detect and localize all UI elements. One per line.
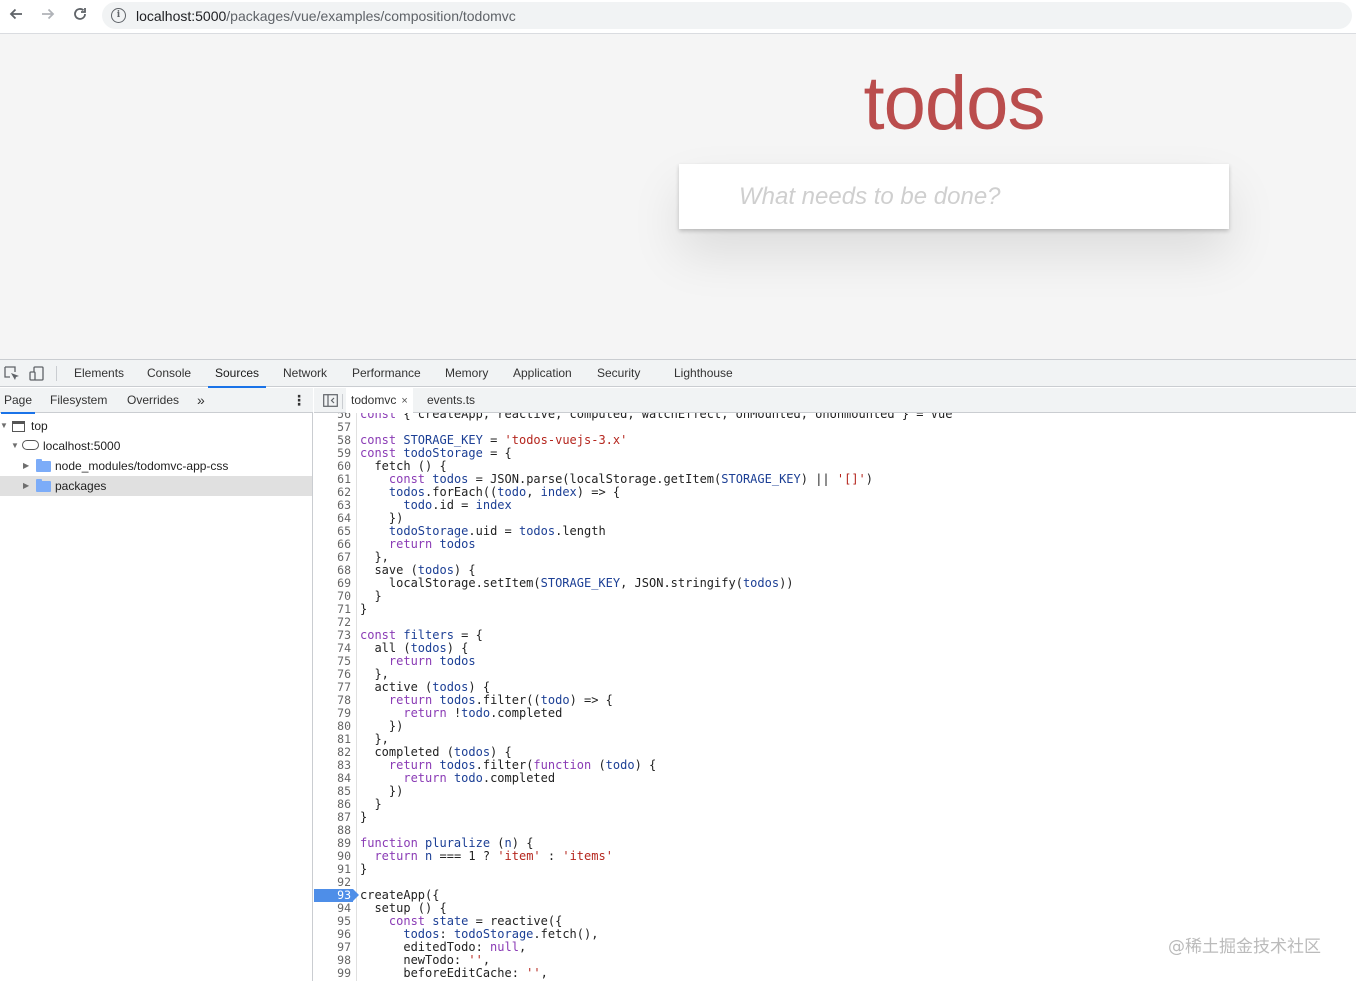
app-title: todos: [863, 61, 1046, 146]
tab-sources[interactable]: Sources: [207, 360, 267, 388]
code-text: beforeEditCache: '',: [360, 966, 548, 980]
browser-toolbar: i localhost:5000/packages/vue/examples/c…: [0, 0, 1356, 34]
sources-navigator: Page Filesystem Overrides » ⋮ ▼ top ▼ lo…: [0, 388, 313, 981]
editor-tab-bar: todomvc × events.ts: [314, 388, 1356, 413]
navigator-tab-bar: Page Filesystem Overrides » ⋮: [0, 388, 313, 414]
tree-label: packages: [55, 479, 107, 493]
tree-label: top: [31, 419, 48, 433]
tree-item-top[interactable]: ▼ top: [0, 416, 312, 436]
toolbar-divider: [342, 394, 343, 409]
screen: { "browser": { "url_host": "localhost:50…: [0, 0, 1356, 981]
tree-item-folder-css[interactable]: ▶ node_modules/todomvc-app-css: [0, 456, 312, 476]
source-editor: todomvc × events.ts 56 const { createApp, …: [314, 388, 1356, 981]
folder-icon: [36, 459, 51, 472]
editor-tab-todomvc[interactable]: todomvc ×: [346, 388, 413, 413]
chevron-down-icon: ▼: [0, 421, 8, 430]
double-chevron-right-icon[interactable]: »: [197, 388, 205, 413]
chevron-right-icon: ▶: [23, 481, 30, 490]
url-text[interactable]: localhost:5000/packages/vue/examples/com…: [136, 8, 516, 24]
tab-performance[interactable]: Performance: [352, 360, 421, 387]
code-text: }: [360, 862, 368, 876]
tab-memory[interactable]: Memory: [445, 360, 488, 387]
toggle-navigator-icon[interactable]: [323, 394, 338, 407]
editor-tab-events[interactable]: events.ts: [427, 388, 475, 413]
inspect-element-icon[interactable]: [4, 366, 20, 381]
chevron-down-icon: ▼: [11, 441, 19, 450]
arrow-right-icon: [42, 8, 55, 20]
code-text: localStorage.setItem(STORAGE_KEY, JSON.s…: [360, 576, 794, 590]
reload-button[interactable]: [69, 5, 91, 27]
app-page: todos: [0, 34, 1356, 359]
devtools-panel: Elements Console Sources Network Perform…: [0, 359, 1356, 981]
url-host: localhost:5000: [136, 8, 227, 24]
code-area[interactable]: 56 const { createApp, reactive, computed,…: [314, 413, 1356, 981]
tab-filesystem[interactable]: Filesystem: [50, 388, 107, 413]
devtools-tab-bar: Elements Console Sources Network Perform…: [0, 360, 1356, 388]
tab-console[interactable]: Console: [147, 360, 191, 387]
tree-item-folder-packages[interactable]: ▶ packages: [0, 476, 312, 496]
tab-page[interactable]: Page: [0, 388, 36, 414]
device-toolbar-icon[interactable]: [29, 366, 45, 381]
tab-overrides[interactable]: Overrides: [127, 388, 179, 413]
forward-button[interactable]: [37, 5, 59, 27]
tree-label: localhost:5000: [43, 439, 121, 453]
new-todo-input[interactable]: [679, 164, 1229, 229]
tab-elements[interactable]: Elements: [74, 360, 124, 387]
line-number[interactable]: 99: [314, 967, 353, 980]
address-bar[interactable]: i localhost:5000/packages/vue/examples/c…: [102, 2, 1352, 29]
reload-icon: [74, 8, 86, 20]
tab-lighthouse[interactable]: Lighthouse: [674, 360, 733, 387]
watermark: @稀土掘金技术社区: [1168, 937, 1321, 957]
tab-security[interactable]: Security: [597, 360, 640, 387]
info-icon[interactable]: i: [111, 8, 126, 23]
tree-item-host[interactable]: ▼ localhost:5000: [0, 436, 312, 456]
code-text: return n === 1 ? 'item' : 'items': [374, 849, 613, 863]
back-button[interactable]: [5, 5, 27, 27]
tree-label: node_modules/todomvc-app-css: [55, 459, 229, 473]
code-text: const { createApp, reactive, computed, w…: [360, 413, 953, 421]
url-path: /packages/vue/examples/composition/todom…: [226, 8, 516, 24]
editor-tab-label: todomvc: [351, 393, 397, 407]
tab-application[interactable]: Application: [513, 360, 572, 387]
more-options-icon[interactable]: ⋮: [292, 388, 306, 413]
code-text: }: [360, 810, 368, 824]
cloud-icon: [22, 440, 39, 450]
close-icon[interactable]: ×: [401, 395, 407, 407]
frame-icon: [12, 421, 25, 432]
chevron-right-icon: ▶: [23, 461, 30, 470]
toolbar-divider: [56, 366, 57, 381]
folder-icon: [36, 479, 51, 492]
tab-network[interactable]: Network: [283, 360, 327, 387]
code-text: }: [360, 602, 368, 616]
arrow-left-icon: [9, 8, 22, 20]
